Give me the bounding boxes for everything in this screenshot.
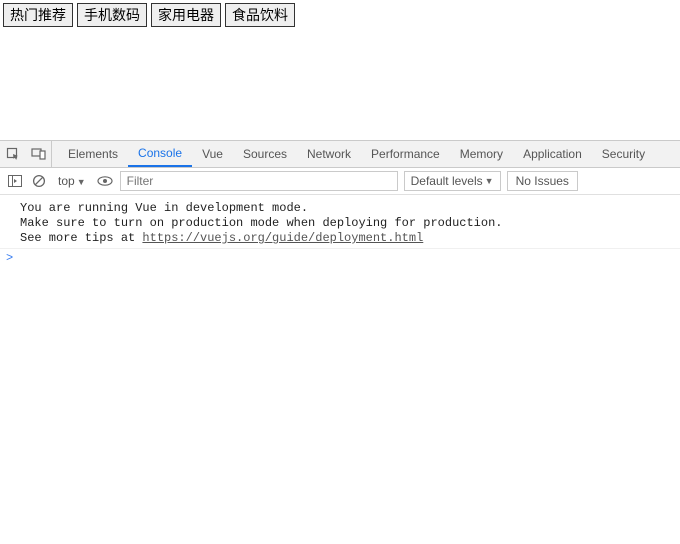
- log-levels-selector[interactable]: Default levels▼: [404, 171, 501, 191]
- tab-elements[interactable]: Elements: [58, 141, 128, 167]
- tab-application[interactable]: Application: [513, 141, 592, 167]
- device-toolbar-icon[interactable]: [26, 141, 52, 167]
- live-expression-icon[interactable]: [96, 172, 114, 190]
- category-tab-phone[interactable]: 手机数码: [77, 3, 147, 27]
- console-toolbar: top▼ Default levels▼ No Issues: [0, 168, 680, 195]
- tab-memory[interactable]: Memory: [450, 141, 513, 167]
- inspect-element-icon[interactable]: [0, 141, 26, 167]
- category-tab-hot[interactable]: 热门推荐: [3, 3, 73, 27]
- console-output: You are running Vue in development mode.…: [0, 195, 680, 544]
- category-tab-appliance[interactable]: 家用电器: [151, 3, 221, 27]
- log-levels-label: Default levels: [411, 174, 483, 188]
- console-message-line: Make sure to turn on production mode whe…: [20, 216, 502, 230]
- category-tab-food[interactable]: 食品饮料: [225, 3, 295, 27]
- issues-label: No Issues: [516, 174, 569, 188]
- tab-performance[interactable]: Performance: [361, 141, 450, 167]
- console-message-link[interactable]: https://vuejs.org/guide/deployment.html: [142, 231, 423, 245]
- devtools-panel: Elements Console Vue Sources Network Per…: [0, 140, 680, 544]
- tab-console[interactable]: Console: [128, 141, 192, 167]
- tab-security[interactable]: Security: [592, 141, 655, 167]
- console-sidebar-toggle-icon[interactable]: [6, 172, 24, 190]
- tab-vue[interactable]: Vue: [192, 141, 233, 167]
- chevron-down-icon: ▼: [483, 176, 494, 186]
- webpage-viewport: 热门推荐 手机数码 家用电器 食品饮料: [0, 0, 680, 140]
- category-tab-row: 热门推荐 手机数码 家用电器 食品饮料: [3, 3, 295, 27]
- console-message-line: See more tips at: [20, 231, 142, 245]
- devtools-tabbar: Elements Console Vue Sources Network Per…: [0, 141, 680, 168]
- console-message: You are running Vue in development mode.…: [0, 199, 680, 249]
- console-filter-input[interactable]: [120, 171, 398, 191]
- tab-network[interactable]: Network: [297, 141, 361, 167]
- console-message-line: You are running Vue in development mode.: [20, 201, 308, 215]
- context-selector-label: top: [58, 174, 75, 188]
- context-selector[interactable]: top▼: [54, 174, 90, 188]
- tab-sources[interactable]: Sources: [233, 141, 297, 167]
- issues-button[interactable]: No Issues: [507, 171, 578, 191]
- console-prompt[interactable]: >: [0, 249, 680, 267]
- clear-console-icon[interactable]: [30, 172, 48, 190]
- chevron-down-icon: ▼: [75, 177, 86, 187]
